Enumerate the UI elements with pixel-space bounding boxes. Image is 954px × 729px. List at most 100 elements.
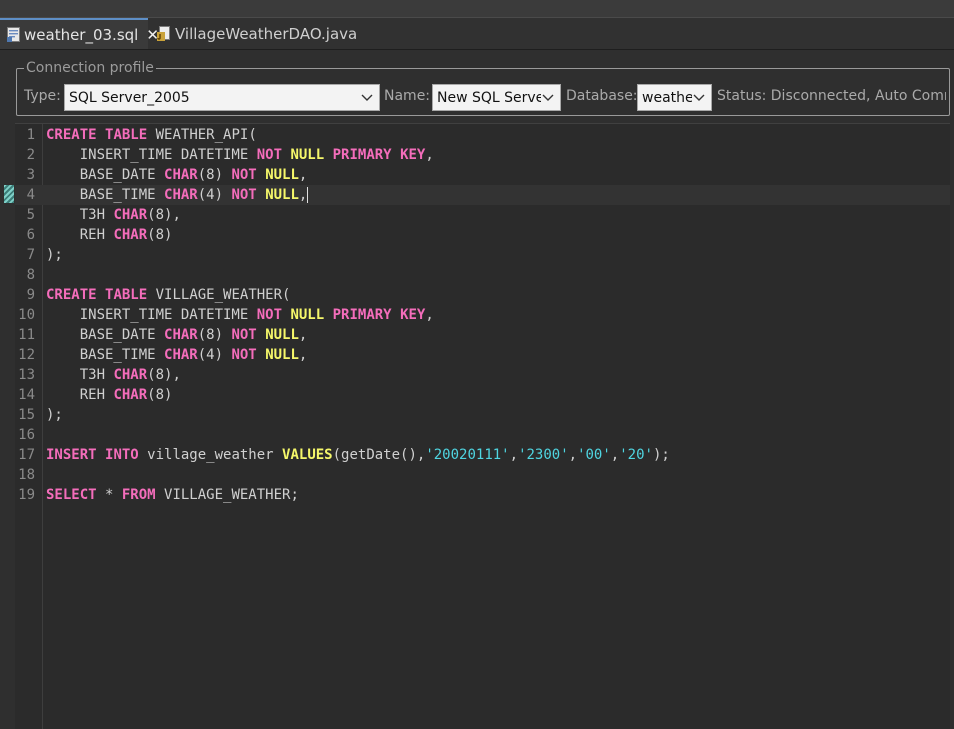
- sql-keyword: NOT: [231, 347, 257, 363]
- line-code: BASE_TIME CHAR(4) NOT NULL,: [46, 185, 309, 205]
- code-line[interactable]: 1 CREATE TABLE WEATHER_API(: [15, 125, 950, 145]
- sql-keyword: NOT: [231, 167, 257, 183]
- sql-string: '00': [577, 447, 611, 463]
- code-text: ,: [298, 347, 308, 363]
- type-value: SQL Server_2005: [69, 89, 190, 106]
- code-line[interactable]: 19 SELECT * FROM VILLAGE_WEATHER;: [15, 485, 950, 505]
- line-code: CREATE TABLE VILLAGE_WEATHER(: [46, 285, 290, 305]
- code-text: (4): [197, 187, 232, 203]
- chevron-down-icon: [360, 92, 374, 104]
- code-line[interactable]: 4 BASE_TIME CHAR(4) NOT NULL,: [15, 185, 950, 205]
- code-line[interactable]: 7);: [15, 245, 950, 265]
- tab-village-weather-dao-java[interactable]: VillageWeatherDAO.java: [150, 18, 360, 49]
- code-text: T3H: [46, 207, 114, 223]
- code-text: REH: [46, 387, 114, 403]
- line-number: 8: [26, 267, 35, 283]
- line-code: T3H CHAR(8),: [46, 365, 181, 385]
- sql-keyword: CHAR: [113, 367, 148, 383]
- code-line[interactable]: 9 CREATE TABLE VILLAGE_WEATHER(: [15, 285, 950, 305]
- chevron-down-icon: [541, 92, 555, 104]
- code-text: );: [652, 447, 670, 463]
- code-text: WEATHER_API(: [147, 127, 257, 143]
- connection-profile-legend: Connection profile: [24, 60, 156, 76]
- sql-keyword: FROM: [121, 487, 156, 503]
- name-value: New SQL Serve: [437, 89, 541, 106]
- line-number: 18: [18, 467, 35, 483]
- code-line[interactable]: 13 T3H CHAR(8),: [15, 365, 950, 385]
- database-select[interactable]: weathe: [637, 84, 712, 111]
- code-line[interactable]: 14 REH CHAR(8): [15, 385, 950, 405]
- name-select[interactable]: New SQL Serve: [432, 84, 561, 111]
- line-code: BASE_TIME CHAR(4) NOT NULL,: [46, 345, 308, 365]
- line-code: SELECT * FROM VILLAGE_WEATHER;: [46, 485, 299, 505]
- line-number: 4: [26, 187, 35, 203]
- sql-literal-keyword: NULL: [265, 187, 299, 203]
- code-line[interactable]: 11 BASE_DATE CHAR(8) NOT NULL,: [15, 325, 950, 345]
- code-text: ,: [509, 447, 519, 463]
- code-line[interactable]: 6 REH CHAR(8): [15, 225, 950, 245]
- sql-keyword: TABLE: [105, 127, 148, 143]
- sql-editor[interactable]: 1 CREATE TABLE WEATHER_API(2 INSERT_TIME …: [15, 123, 950, 729]
- line-code: REH CHAR(8): [46, 385, 173, 405]
- code-text: );: [46, 247, 63, 263]
- sql-keyword: NOT: [231, 187, 257, 203]
- type-select[interactable]: SQL Server_2005: [64, 84, 380, 111]
- code-text: VILLAGE_WEATHER(: [147, 287, 291, 303]
- database-label: Database:: [566, 88, 638, 104]
- code-line[interactable]: 16: [15, 425, 950, 445]
- code-text: BASE_DATE: [46, 327, 165, 343]
- code-line[interactable]: 8: [15, 265, 950, 285]
- code-text: (8): [147, 227, 173, 243]
- code-text: ,: [425, 147, 434, 163]
- line-number: 13: [18, 367, 35, 383]
- tab-label: weather_03.sql: [24, 25, 139, 44]
- code-line[interactable]: 15);: [15, 405, 950, 425]
- text-caret: [307, 187, 309, 203]
- database-value: weathe: [642, 89, 692, 106]
- line-number: 10: [18, 307, 35, 323]
- code-text: (4): [197, 347, 232, 363]
- code-text: VILLAGE_WEATHER;: [155, 487, 299, 503]
- code-line[interactable]: 5 T3H CHAR(8),: [15, 205, 950, 225]
- sql-keyword: CHAR: [164, 167, 198, 183]
- chevron-down-icon: [692, 92, 706, 104]
- line-number: 7: [26, 247, 35, 263]
- sql-keyword: CHAR: [164, 347, 198, 363]
- sql-keyword: KEY: [400, 147, 426, 163]
- code-text: (8),: [147, 367, 181, 383]
- code-line[interactable]: 12 BASE_TIME CHAR(4) NOT NULL,: [15, 345, 950, 365]
- code-text: BASE_TIME: [46, 347, 165, 363]
- sql-keyword: PRIMARY: [332, 307, 392, 323]
- code-text: (8): [197, 327, 232, 343]
- line-number: 16: [18, 427, 35, 443]
- sql-keyword: CHAR: [113, 207, 148, 223]
- window-top-strip: [0, 0, 954, 18]
- code-text: );: [46, 407, 63, 423]
- line-number: 15: [18, 407, 35, 423]
- code-line[interactable]: 18: [15, 465, 950, 485]
- code-line[interactable]: 17 INSERT INTO village_weather VALUES(get…: [15, 445, 950, 465]
- code-line[interactable]: 2 INSERT_TIME DATETIME NOT NULL PRIMARY …: [15, 145, 950, 165]
- sql-literal-keyword: NULL: [290, 307, 325, 323]
- sql-keyword: KEY: [400, 307, 426, 323]
- sql-string: '20020111': [425, 447, 510, 463]
- tab-weather-03-sql[interactable]: weather_03.sql ✕: [0, 18, 159, 49]
- sql-keyword: NOT: [256, 147, 283, 163]
- line-number: 17: [18, 447, 35, 463]
- code-line[interactable]: 10 INSERT_TIME DATETIME NOT NULL PRIMARY…: [15, 305, 950, 325]
- line-number: 9: [26, 287, 35, 303]
- code-text: INSERT_TIME DATETIME: [46, 307, 257, 323]
- editor-tab-bar: weather_03.sql ✕ VillageWeatherDAO.java: [0, 18, 954, 50]
- name-label: Name:: [384, 88, 431, 104]
- line-number: 19: [18, 487, 35, 503]
- sql-keyword: SELECT: [46, 487, 97, 503]
- tab-label: VillageWeatherDAO.java: [175, 24, 358, 43]
- code-text: ,: [298, 167, 308, 183]
- code-line[interactable]: 3 BASE_DATE CHAR(8) NOT NULL,: [15, 165, 950, 185]
